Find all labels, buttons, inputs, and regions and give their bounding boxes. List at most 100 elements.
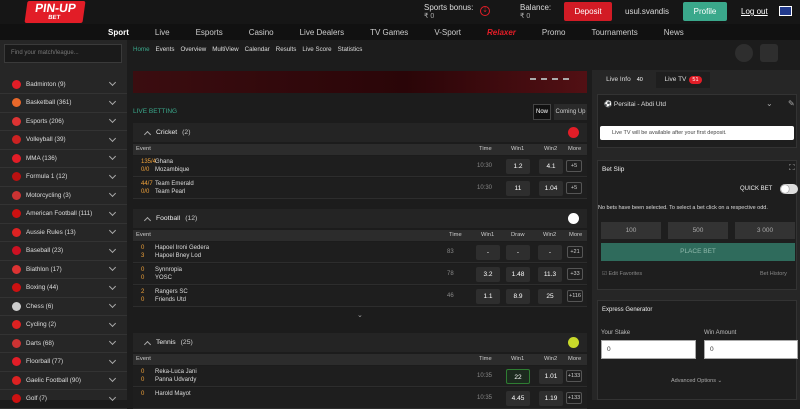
nav-tv-games[interactable]: TV Games	[370, 28, 408, 37]
odds-button[interactable]: 1.04	[539, 181, 563, 196]
tab-multiview[interactable]: MultiView	[212, 46, 238, 53]
more-markets-button[interactable]: +133	[566, 370, 582, 382]
chevron-down-icon[interactable]	[108, 337, 117, 346]
chevron-down-icon[interactable]	[108, 300, 117, 309]
chevron-down-icon[interactable]	[108, 208, 117, 216]
section-header[interactable]: Tennis (25)	[133, 333, 587, 352]
sport-item[interactable]: Formula 1 (12)	[0, 168, 127, 187]
stake-3000-button[interactable]: 3 000	[735, 222, 795, 239]
more-markets-button[interactable]: +5	[566, 160, 582, 172]
tab-live-tv[interactable]: Live TV 51	[656, 72, 710, 88]
more-markets-button[interactable]: +116	[567, 290, 583, 302]
odds-button[interactable]: 22	[506, 369, 530, 384]
tab-home[interactable]: Home	[133, 46, 150, 53]
chevron-down-icon[interactable]	[108, 134, 117, 142]
odds-button[interactable]: 3.2	[476, 267, 500, 282]
sport-item[interactable]: Chess (6)	[0, 297, 127, 316]
more-markets-button[interactable]: +133	[566, 392, 582, 404]
tab-results[interactable]: Results	[276, 46, 297, 53]
chevron-down-icon[interactable]	[108, 115, 117, 124]
tab-overview[interactable]: Overview	[180, 46, 206, 53]
stake-input[interactable]: 0	[601, 340, 696, 359]
nav-relaxer[interactable]: Relaxer	[487, 28, 516, 37]
tab-calendar[interactable]: Calendar	[245, 46, 270, 53]
search-input[interactable]: Find your match/league...	[4, 44, 122, 63]
sport-item[interactable]: Esports (206)	[0, 112, 127, 131]
chevron-down-icon[interactable]	[108, 152, 117, 161]
promo-banner[interactable]	[133, 71, 587, 93]
chevron-down-icon[interactable]	[108, 393, 117, 401]
event-row[interactable]: 135/4 0/0 Ghana Mozambique 10:30 1.2 4.1 +5	[133, 156, 587, 177]
odds-button[interactable]: 4.45	[506, 391, 530, 406]
odds-button[interactable]: 11.3	[538, 267, 562, 282]
sport-item[interactable]: Motorcycling (3)	[0, 186, 127, 205]
chevron-down-icon[interactable]	[108, 282, 117, 290]
now-button[interactable]: Now	[533, 104, 551, 120]
odds-button[interactable]: 11	[506, 181, 530, 196]
section-header[interactable]: Cricket (2)	[133, 123, 587, 142]
chevron-down-icon[interactable]	[108, 189, 117, 198]
nav-sport[interactable]: Sport	[108, 28, 129, 37]
stake-100-button[interactable]: 100	[601, 222, 661, 239]
more-markets-button[interactable]: +21	[567, 246, 583, 258]
sport-item[interactable]: Basketball (361)	[0, 94, 127, 113]
sport-item[interactable]: Darts (68)	[0, 334, 127, 353]
nav-live[interactable]: Live	[155, 28, 170, 37]
stake-500-button[interactable]: 500	[668, 222, 728, 239]
win-amount-input[interactable]: 0	[704, 340, 798, 359]
event-row[interactable]: 44/7 0/0 Team Emerald Team Pearl 10:30 11 1.04…	[133, 178, 587, 199]
odds-button[interactable]: 1.2	[506, 159, 530, 174]
match-selector[interactable]: ⚽ Persitai - Abdi Utd	[604, 100, 666, 108]
sport-item[interactable]: Golf (7)	[0, 390, 127, 409]
odds-button[interactable]: 1.19	[539, 391, 563, 406]
odds-button[interactable]: 1.01	[539, 369, 563, 384]
odds-button[interactable]: 25	[538, 289, 562, 304]
coming-up-button[interactable]: Coming Up	[554, 104, 587, 120]
nav-v-sport[interactable]: V-Sport	[434, 28, 461, 37]
odds-button[interactable]: 4.1	[539, 159, 563, 174]
tab-statistics[interactable]: Statistics	[338, 46, 363, 53]
event-row[interactable]: 0 Harold Mayot 10:35 4.45 1.19 +133	[133, 388, 587, 409]
expand-icon[interactable]: ⛶	[789, 163, 795, 173]
tab-live-score[interactable]: Live Score	[302, 46, 331, 53]
odds-button[interactable]: -	[476, 245, 500, 260]
logo[interactable]: PIN-UP BET	[24, 1, 86, 23]
tab-events[interactable]: Events	[156, 46, 175, 53]
event-row[interactable]: 0 0 Reka-Luca Jani Panna Udvardy 10:35 22 1.01…	[133, 366, 587, 387]
odds-button[interactable]: 8.9	[506, 289, 530, 304]
username[interactable]: usul.svandis	[625, 7, 669, 16]
odds-button[interactable]: 1.48	[506, 267, 530, 282]
section-header[interactable]: Football (12)	[133, 209, 587, 228]
sport-item[interactable]: Aussie Rules (13)	[0, 223, 127, 242]
profile-button[interactable]: Profile	[683, 2, 727, 21]
chevron-down-icon[interactable]	[108, 263, 117, 272]
bet-history-link[interactable]: Bet History	[760, 271, 787, 277]
place-bet-button[interactable]: PLACE BET	[601, 243, 795, 261]
nav-promo[interactable]: Promo	[542, 28, 566, 37]
event-row[interactable]: 0 0 Synnropia YOSC 78 3.2 1.48 11.3 +33	[133, 264, 587, 285]
chevron-up-icon[interactable]	[143, 130, 152, 138]
sport-item[interactable]: Cycling (2)	[0, 316, 127, 335]
quick-bet-toggle[interactable]	[780, 184, 798, 194]
nav-esports[interactable]: Esports	[196, 28, 223, 37]
chevron-up-icon[interactable]	[143, 216, 152, 224]
odds-button[interactable]: -	[538, 245, 562, 260]
sport-item[interactable]: Boxing (44)	[0, 279, 127, 298]
uk-flag-icon[interactable]	[779, 6, 792, 16]
chevron-down-icon[interactable]	[108, 226, 117, 235]
nav-news[interactable]: News	[664, 28, 684, 37]
deposit-button[interactable]: Deposit	[564, 2, 612, 21]
sport-item[interactable]: Biathlon (17)	[0, 260, 127, 279]
chevron-down-icon[interactable]	[108, 245, 117, 253]
more-markets-button[interactable]: +33	[567, 268, 583, 280]
chevron-down-icon[interactable]	[108, 356, 117, 364]
nav-casino[interactable]: Casino	[249, 28, 274, 37]
sport-item[interactable]: MMA (136)	[0, 149, 127, 168]
tab-live-info[interactable]: Live Info 40	[600, 72, 652, 88]
chevron-down-icon[interactable]	[108, 78, 117, 87]
edit-favorites-link[interactable]: ☑ Edit Favorites	[602, 271, 642, 277]
event-row[interactable]: 0 3 Hapoel Ironi Gedera Hapoel Bney Lod 83- -…	[133, 242, 587, 263]
sport-item[interactable]: Badminton (9)	[0, 75, 127, 94]
sport-item[interactable]: Gaelic Football (90)	[0, 371, 127, 390]
chevron-up-icon[interactable]	[143, 340, 152, 348]
